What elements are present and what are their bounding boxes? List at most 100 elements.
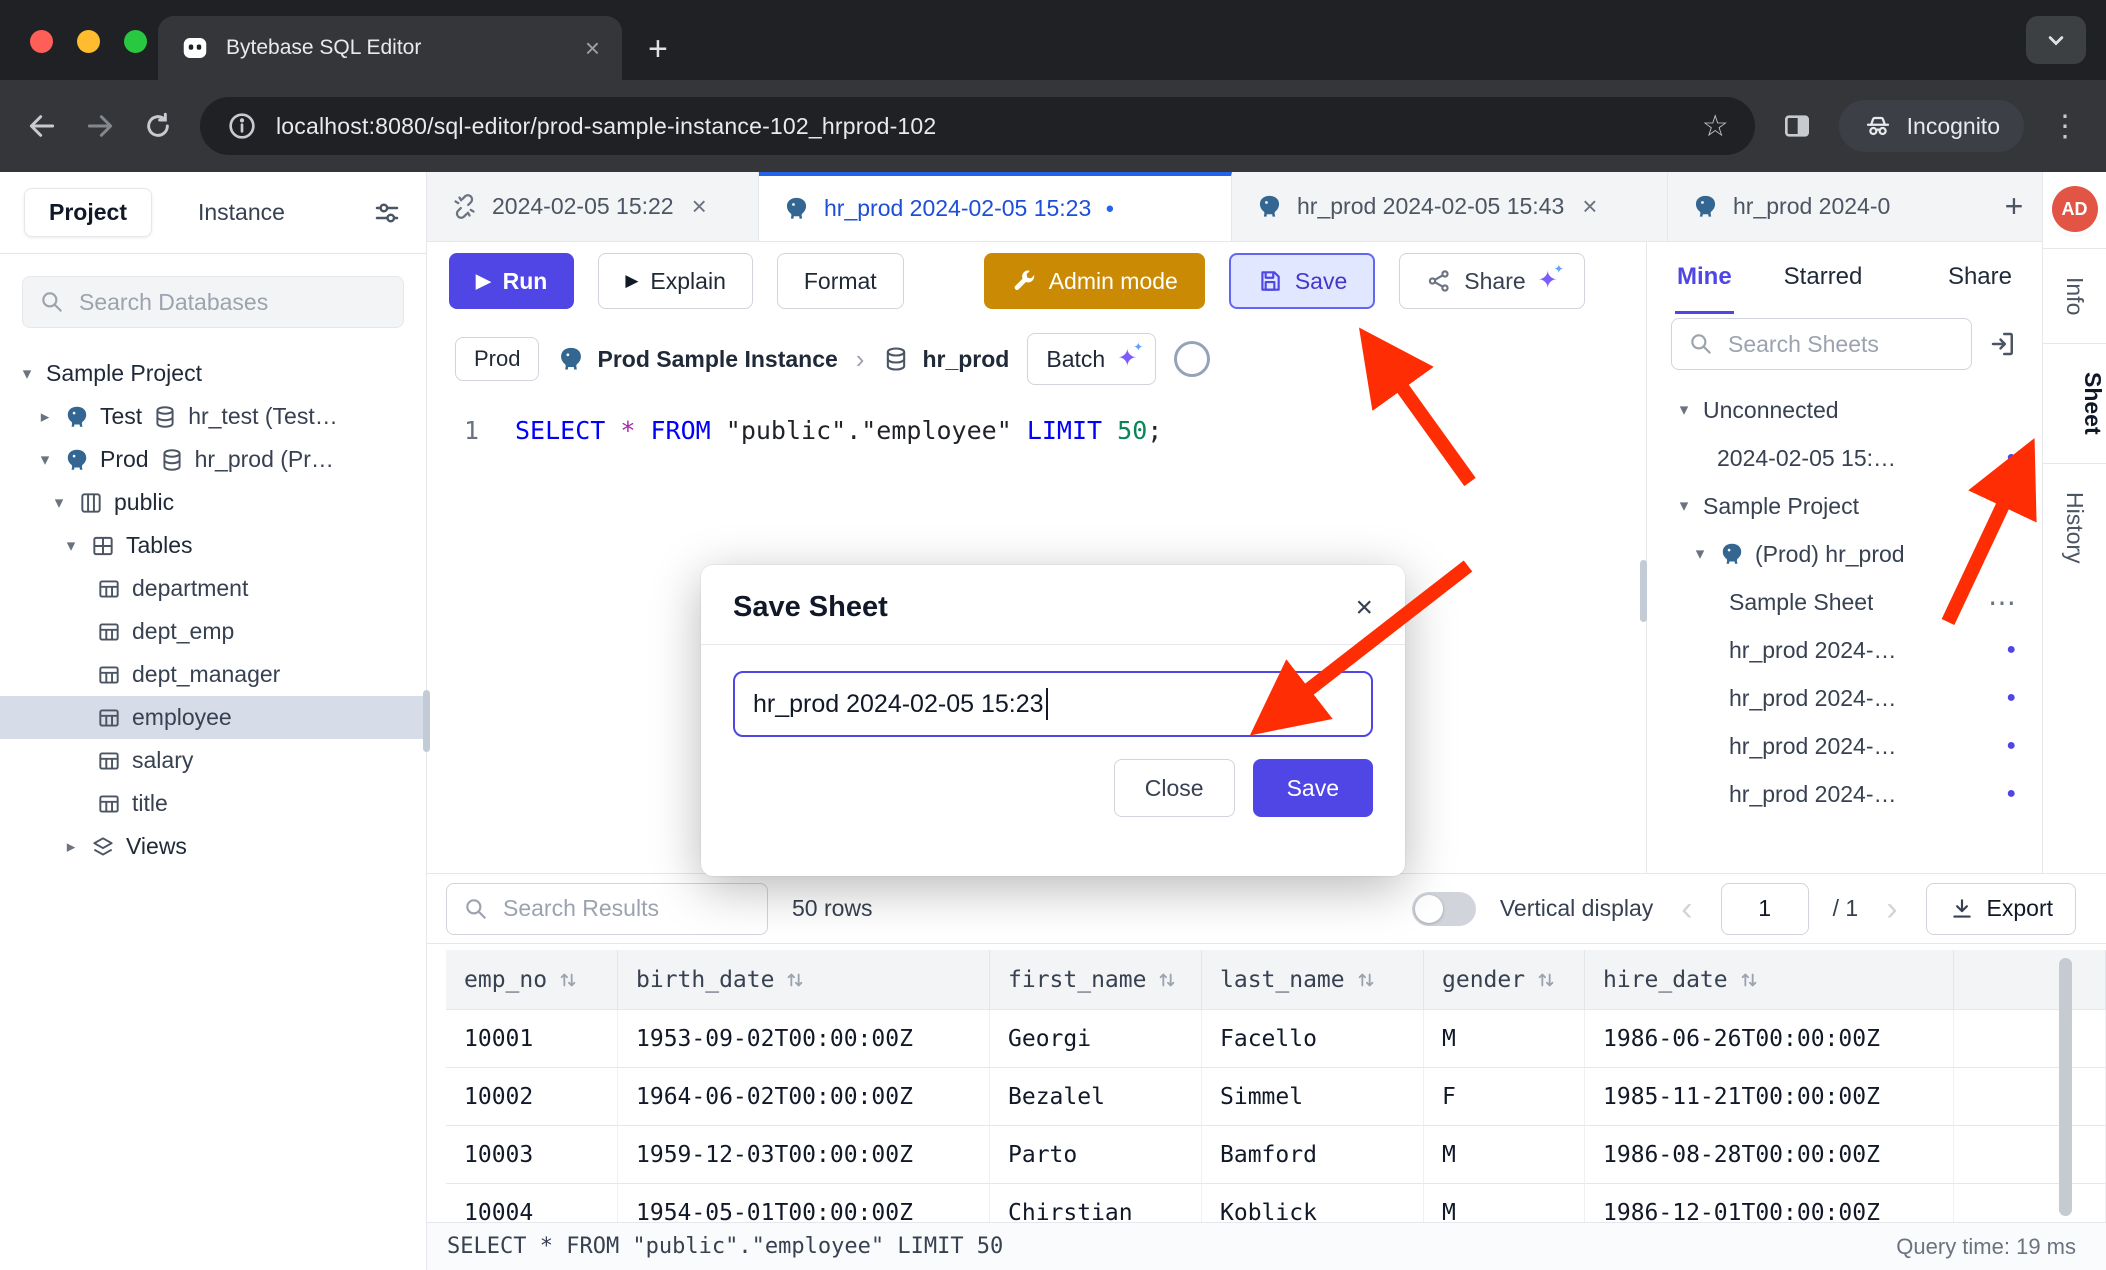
avatar[interactable]: AD (2052, 186, 2098, 232)
sort-icon[interactable] (1535, 969, 1557, 991)
close-icon[interactable]: × (1355, 593, 1373, 623)
sheet-item[interactable]: hr_prod 2024-… ● (1647, 722, 2042, 770)
prev-page-button[interactable]: ‹ (1677, 892, 1696, 926)
sheet-item-sample-sheet[interactable]: Sample Sheet ⋯ (1647, 578, 2042, 626)
more-actions-icon[interactable]: ⋯ (1988, 586, 2018, 619)
cell[interactable]: 1953-09-02T00:00:00Z (618, 1010, 990, 1068)
table-row[interactable]: 10003 1959-12-03T00:00:00Z Parto Bamford… (446, 1126, 2106, 1184)
sheet-item[interactable]: hr_prod 2024-… ● (1647, 770, 2042, 818)
sheet-group-connection[interactable]: ▾ (Prod) hr_prod (1647, 530, 2042, 578)
address-bar[interactable]: localhost:8080/sql-editor/prod-sample-in… (200, 97, 1755, 155)
tab-instance[interactable]: Instance (192, 198, 291, 227)
chevron-down-icon[interactable]: ▾ (1675, 496, 1693, 516)
add-sql-tab-button[interactable]: + (1986, 172, 2042, 241)
breadcrumb-database[interactable]: hr_prod (882, 345, 1009, 373)
sort-icon[interactable] (557, 969, 579, 991)
tree-item-schema-public[interactable]: ▾ public (0, 481, 426, 524)
sql-tab-4[interactable]: hr_prod 2024-0 (1668, 172, 1986, 241)
cell[interactable]: M (1424, 1184, 1585, 1222)
cell[interactable]: 10003 (446, 1126, 618, 1184)
collapse-panel-icon[interactable] (1988, 329, 2018, 359)
database-search-field[interactable] (77, 288, 387, 317)
reload-icon[interactable] (142, 110, 174, 142)
column-header-first-name[interactable]: first_name (990, 950, 1202, 1010)
tree-item-table-title[interactable]: title (0, 782, 426, 825)
sort-icon[interactable] (784, 969, 806, 991)
tab-mine[interactable]: Mine (1675, 242, 1734, 314)
tree-item-table-salary[interactable]: salary (0, 739, 426, 782)
environment-badge[interactable]: Prod (455, 337, 539, 381)
cell[interactable]: Bamford (1202, 1126, 1424, 1184)
sort-icon[interactable] (1355, 969, 1377, 991)
cell[interactable]: 1985-11-21T00:00:00Z (1585, 1068, 1954, 1126)
tree-item-views[interactable]: ▸ Views (0, 825, 426, 868)
browser-tab[interactable]: Bytebase SQL Editor × (158, 16, 622, 80)
close-tab-icon[interactable]: × (692, 191, 707, 222)
sheet-item[interactable]: hr_prod 2024-… ● (1647, 674, 2042, 722)
chevron-down-icon[interactable]: ▾ (62, 536, 80, 556)
cell[interactable]: 10001 (446, 1010, 618, 1068)
sql-tab-3[interactable]: hr_prod 2024-02-05 15:43 × (1232, 172, 1668, 241)
cell[interactable]: 1964-06-02T00:00:00Z (618, 1068, 990, 1126)
sheet-group-unconnected[interactable]: ▾ Unconnected (1647, 386, 2042, 434)
tree-item-table-employee[interactable]: employee (0, 696, 426, 739)
tree-item-instance-prod[interactable]: ▾ Prod hr_prod (Pr… (0, 438, 426, 481)
column-header-emp-no[interactable]: emp_no (446, 950, 618, 1010)
cell[interactable]: Georgi (990, 1010, 1202, 1068)
results-search-input[interactable] (446, 883, 768, 935)
cell[interactable]: M (1424, 1010, 1585, 1068)
chevron-right-icon[interactable]: ▸ (62, 837, 80, 857)
tree-item-tables[interactable]: ▾ Tables (0, 524, 426, 567)
cell[interactable]: 1986-06-26T00:00:00Z (1585, 1010, 1954, 1068)
tab-starred[interactable]: Starred (1782, 242, 1865, 314)
filter-icon[interactable] (372, 198, 402, 228)
tree-item-sample-project[interactable]: ▾ Sample Project (0, 352, 426, 395)
cell[interactable]: 10004 (446, 1184, 618, 1222)
tab-sheet[interactable]: Sheet (2043, 343, 2106, 464)
cell[interactable]: Facello (1202, 1010, 1424, 1068)
results-search-field[interactable] (501, 894, 751, 923)
cell[interactable]: Bezalel (990, 1068, 1202, 1126)
modal-close-button[interactable]: Close (1114, 759, 1235, 817)
tree-item-table-department[interactable]: department (0, 567, 426, 610)
table-row[interactable]: 10004 1954-05-01T00:00:00Z Chirstian Kob… (446, 1184, 2106, 1222)
cell[interactable]: F (1424, 1068, 1585, 1126)
tree-item-table-dept-manager[interactable]: dept_manager (0, 653, 426, 696)
tab-share[interactable]: Share (1946, 242, 2014, 314)
cell[interactable]: Simmel (1202, 1068, 1424, 1126)
sort-icon[interactable] (1156, 969, 1178, 991)
sheet-name-input[interactable]: hr_prod 2024-02-05 15:23 (733, 671, 1373, 737)
export-button[interactable]: Export (1926, 883, 2076, 935)
column-header-birth-date[interactable]: birth_date (618, 950, 990, 1010)
cell[interactable]: Chirstian (990, 1184, 1202, 1222)
panel-resize-handle[interactable] (1640, 560, 1647, 622)
back-icon[interactable] (26, 110, 58, 142)
sheet-search-field[interactable] (1726, 330, 1955, 359)
new-tab-button[interactable]: + (648, 32, 668, 66)
page-input[interactable] (1721, 883, 1809, 935)
tab-project[interactable]: Project (24, 188, 152, 237)
close-tab-icon[interactable]: × (585, 35, 600, 61)
forward-icon[interactable] (84, 110, 116, 142)
tree-item-table-dept-emp[interactable]: dept_emp (0, 610, 426, 653)
cell[interactable]: 1986-12-01T00:00:00Z (1585, 1184, 1954, 1222)
tab-search-button[interactable] (2026, 16, 2086, 64)
modal-save-button[interactable]: Save (1253, 759, 1373, 817)
vertical-display-toggle[interactable] (1412, 892, 1476, 926)
next-page-button[interactable]: › (1882, 892, 1901, 926)
chevron-down-icon[interactable]: ▾ (18, 364, 36, 384)
sidebar-resize-handle[interactable] (423, 690, 430, 752)
close-window-button[interactable] (30, 30, 53, 53)
cell[interactable]: M (1424, 1126, 1585, 1184)
batch-button[interactable]: Batch ✦ (1027, 333, 1156, 385)
cell[interactable]: 1954-05-01T00:00:00Z (618, 1184, 990, 1222)
zoom-window-button[interactable] (124, 30, 147, 53)
column-header-hire-date[interactable]: hire_date (1585, 950, 1954, 1010)
cell[interactable]: 10002 (446, 1068, 618, 1126)
tree-item-instance-test[interactable]: ▸ Test hr_test (Test… (0, 395, 426, 438)
connection-status-icon[interactable] (1174, 341, 1210, 377)
run-button[interactable]: ▶ Run (449, 253, 574, 309)
sheet-item[interactable]: 2024-02-05 15:… ● (1647, 434, 2042, 482)
share-button[interactable]: Share ✦ (1399, 253, 1584, 309)
sort-icon[interactable] (1738, 969, 1760, 991)
